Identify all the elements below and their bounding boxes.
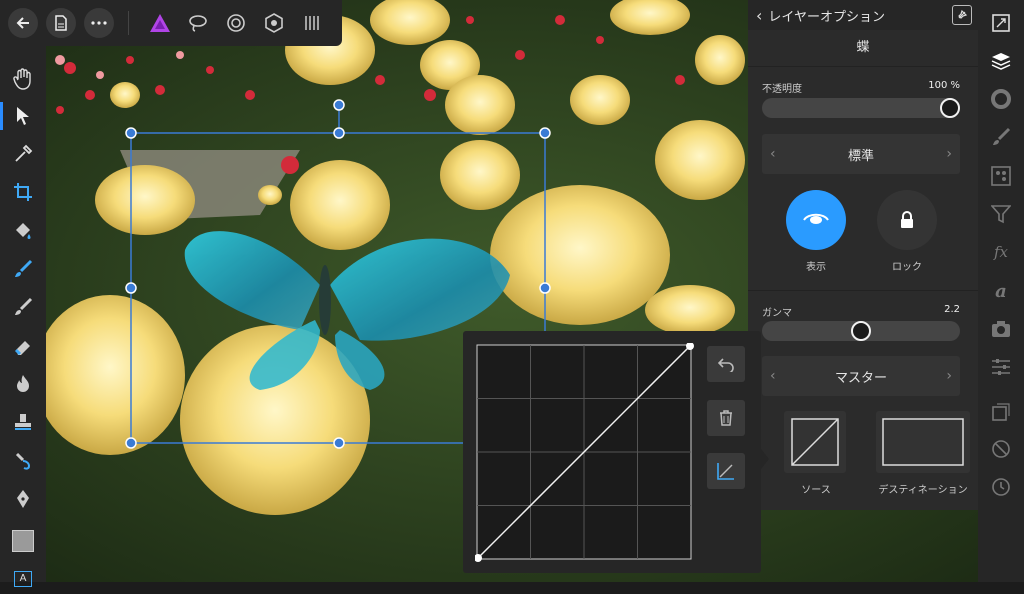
source-map[interactable] <box>784 411 846 473</box>
left-tool-bar: A <box>0 46 46 587</box>
document-icon[interactable] <box>46 8 76 38</box>
lock-label: ロック <box>892 262 922 273</box>
opacity-value: 100 % <box>928 80 960 91</box>
move-icon[interactable] <box>8 101 38 131</box>
blend-mode-selector[interactable]: ‹ 標準 › <box>762 134 960 174</box>
clone-icon[interactable] <box>8 407 38 437</box>
smudge-icon[interactable] <box>8 446 38 476</box>
burn-icon[interactable] <box>8 369 38 399</box>
gamma-slider[interactable] <box>762 321 960 341</box>
eraser-icon[interactable] <box>8 331 38 361</box>
pixel-brush-icon[interactable] <box>8 292 38 322</box>
camera-icon[interactable] <box>986 314 1016 344</box>
adjustments-icon[interactable] <box>986 352 1016 382</box>
channel-selector[interactable]: ‹ マスター › <box>762 356 960 396</box>
pin-icon[interactable] <box>952 5 972 25</box>
gamma-label: ガンマ <box>762 308 792 319</box>
right-studio-bar: fx a <box>978 0 1024 582</box>
color-icon[interactable] <box>986 84 1016 114</box>
layer-name: 蝶 <box>748 30 978 67</box>
text-style-icon[interactable]: a <box>986 276 1016 306</box>
more-icon[interactable] <box>84 8 114 38</box>
channels-icon[interactable] <box>986 161 1016 191</box>
liquify-icon[interactable] <box>221 8 251 38</box>
lock-icon <box>901 211 913 228</box>
eye-icon <box>803 213 829 224</box>
develop-icon[interactable] <box>259 8 289 38</box>
text-icon[interactable]: A <box>8 564 38 594</box>
opacity-label: 不透明度 <box>762 84 802 95</box>
opacity-slider-knob[interactable] <box>940 98 960 118</box>
curves-popup <box>463 331 769 573</box>
transform-icon[interactable] <box>986 397 1016 427</box>
gamma-value: 2.2 <box>944 304 960 315</box>
destination-label: デスティネーション <box>878 485 968 496</box>
undo-button[interactable] <box>707 346 745 382</box>
canvas-icon[interactable] <box>986 8 1016 38</box>
color-swatch-icon[interactable] <box>8 526 38 556</box>
chevron-right-icon[interactable]: › <box>946 146 952 162</box>
lock-button[interactable] <box>877 190 937 250</box>
chevron-left-icon[interactable]: ‹ <box>770 146 776 162</box>
hand-icon[interactable] <box>8 64 38 94</box>
undo-icon <box>718 358 734 372</box>
panel-header: ‹ レイヤーオプション <box>748 0 978 30</box>
curve-mode-button[interactable] <box>707 453 745 489</box>
pen-icon[interactable] <box>8 484 38 514</box>
chevron-left-icon[interactable]: ‹ <box>770 368 776 384</box>
history-icon[interactable] <box>986 472 1016 502</box>
source-label: ソース <box>801 485 831 496</box>
fx-icon[interactable]: fx <box>986 237 1016 267</box>
filters-icon[interactable] <box>986 199 1016 229</box>
destination-map[interactable] <box>876 411 970 473</box>
visibility-button[interactable] <box>786 190 846 250</box>
curve-mode-icon <box>717 463 734 480</box>
chevron-left-icon[interactable]: ‹ <box>756 6 762 25</box>
gamma-slider-knob[interactable] <box>851 321 871 341</box>
eyedropper-icon[interactable] <box>8 139 38 169</box>
selection-lasso-icon[interactable] <box>183 8 213 38</box>
export-icon[interactable] <box>297 8 327 38</box>
visibility-label: 表示 <box>806 262 826 273</box>
delete-button[interactable] <box>707 400 745 436</box>
brushes-icon[interactable] <box>986 122 1016 152</box>
blend-mode-value: 標準 <box>847 148 874 164</box>
layer-options-panel: ‹ レイヤーオプション 蝶 不透明度 100 % ‹ 標準 › 表示 ロック ガ… <box>748 0 978 510</box>
layers-icon[interactable] <box>986 46 1016 76</box>
opacity-slider[interactable] <box>762 98 960 118</box>
back-icon[interactable] <box>8 8 38 38</box>
panel-title: レイヤーオプション <box>768 9 886 25</box>
top-toolbar <box>0 0 342 46</box>
fill-icon[interactable] <box>8 216 38 246</box>
crop-icon[interactable] <box>8 177 38 207</box>
trash-icon <box>720 410 732 426</box>
curve-graph[interactable] <box>475 343 695 563</box>
persona-photo-icon[interactable] <box>145 8 175 38</box>
chevron-right-icon[interactable]: › <box>946 368 952 384</box>
stock-icon[interactable] <box>986 434 1016 464</box>
channel-value: マスター <box>834 370 887 386</box>
paint-brush-icon[interactable] <box>8 254 38 284</box>
